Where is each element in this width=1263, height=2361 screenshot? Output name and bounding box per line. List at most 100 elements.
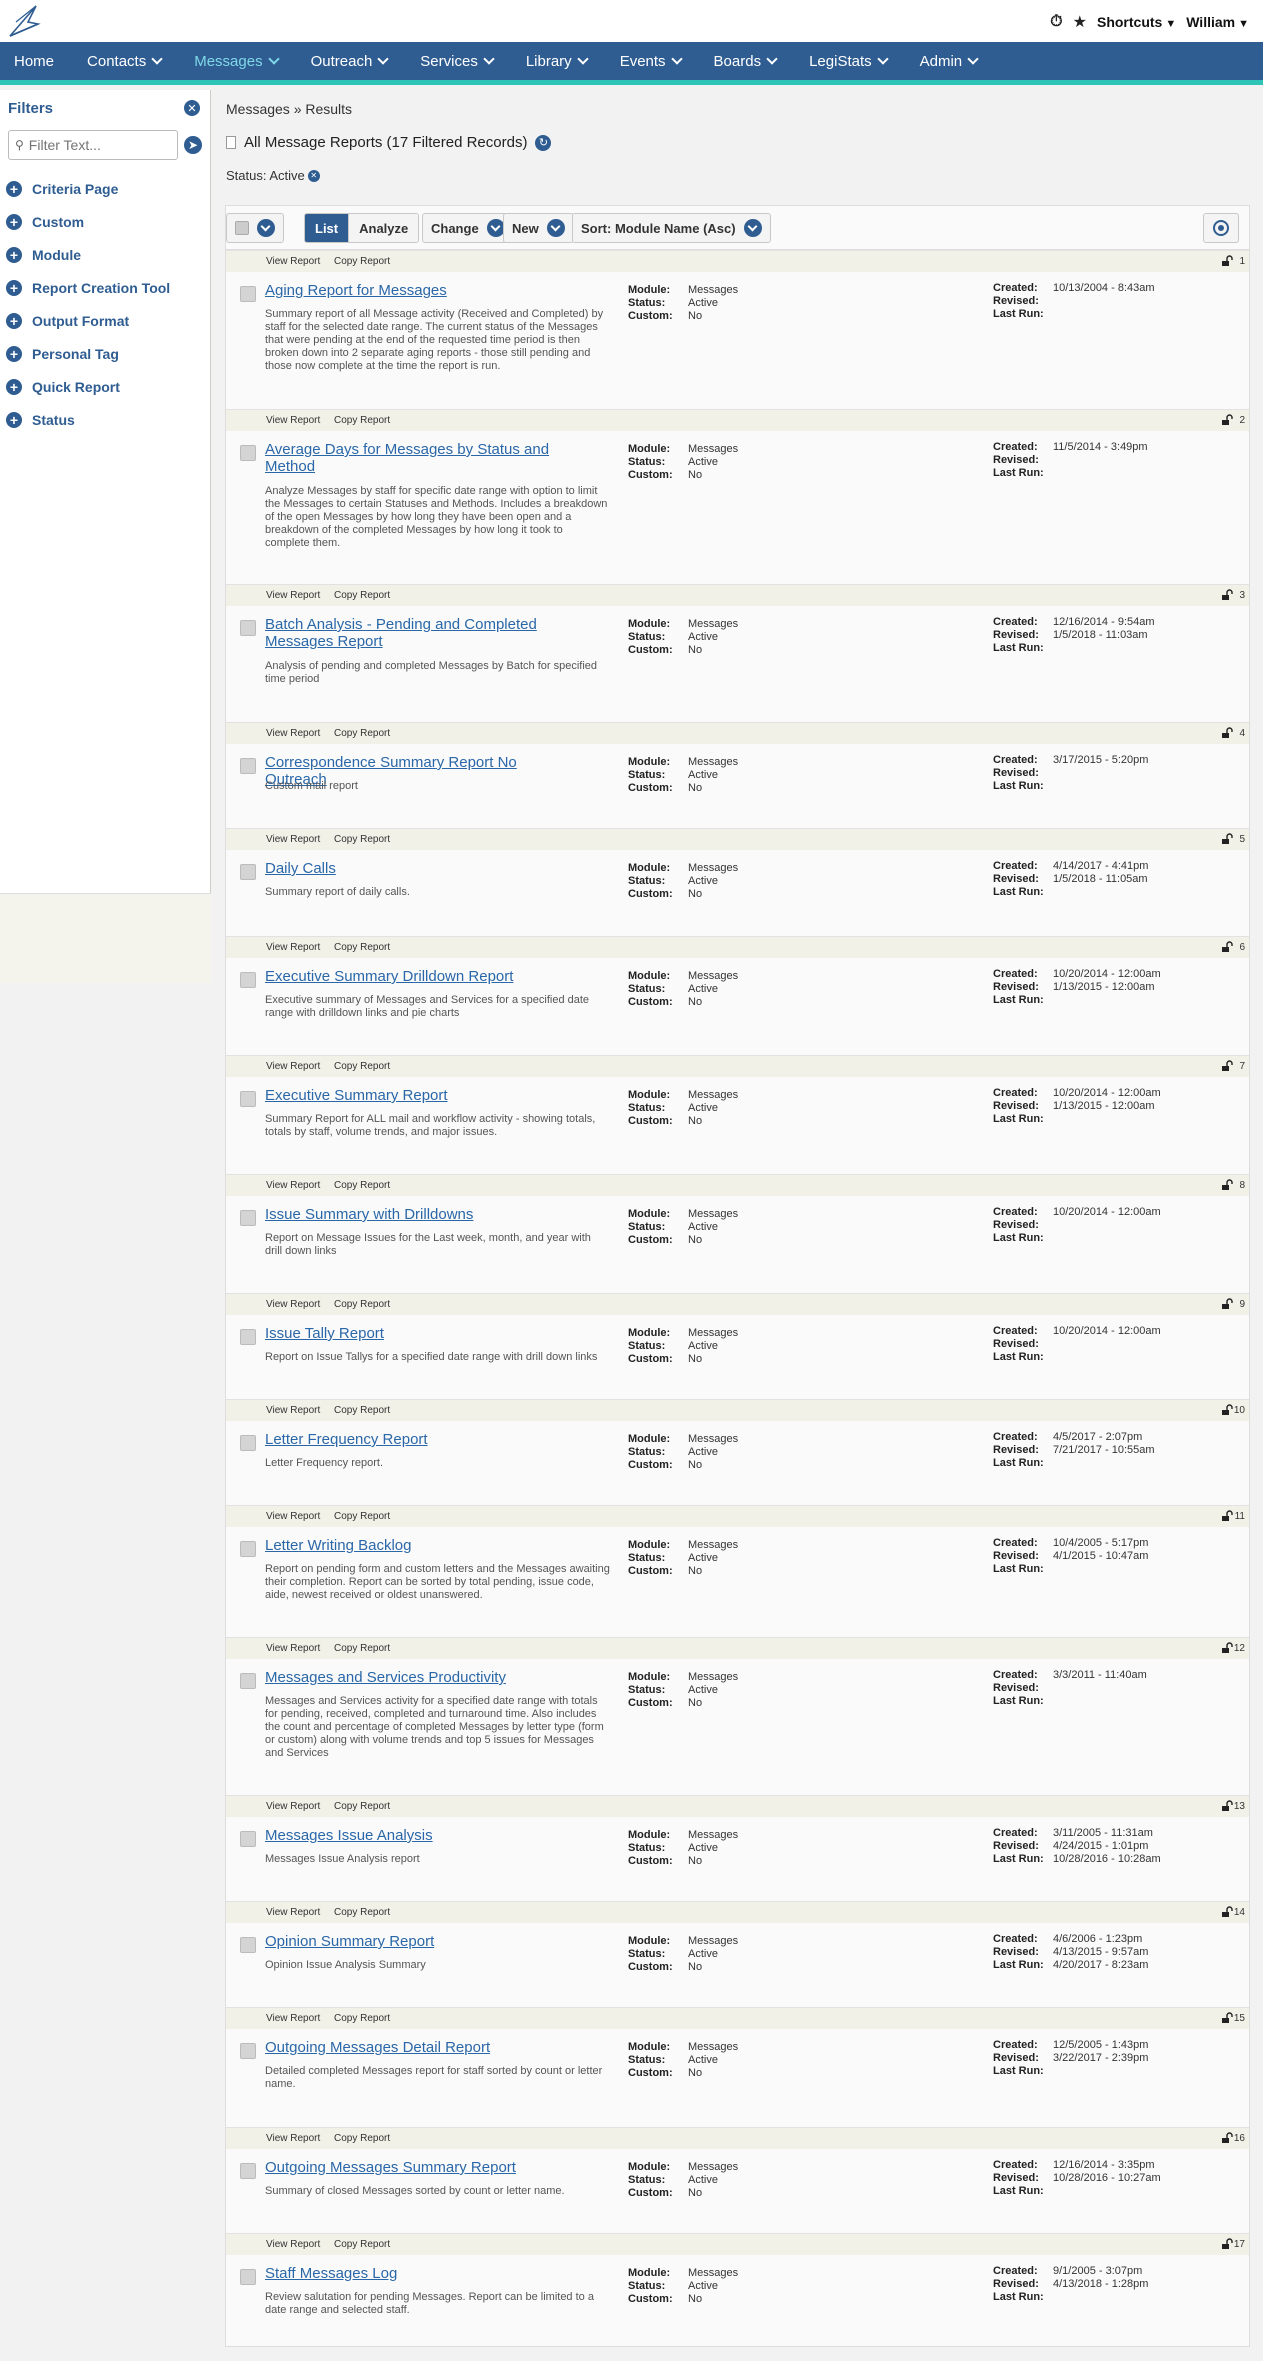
filter-item-module[interactable]: + Module bbox=[0, 238, 210, 271]
report-checkbox[interactable] bbox=[240, 620, 256, 636]
apply-filter-icon[interactable]: ➤ bbox=[184, 136, 202, 154]
report-checkbox[interactable] bbox=[240, 1210, 256, 1226]
report-title-link[interactable]: Batch Analysis - Pending and Completed M… bbox=[265, 616, 565, 650]
nav-item-legistats[interactable]: LegiStats bbox=[809, 53, 889, 70]
unlocked-icon[interactable] bbox=[1221, 1179, 1233, 1191]
filter-item-report-creation-tool[interactable]: + Report Creation Tool bbox=[0, 271, 210, 304]
filter-item-custom[interactable]: + Custom bbox=[0, 205, 210, 238]
sort-dropdown-button[interactable]: Sort: Module Name (Asc) bbox=[572, 213, 771, 243]
view-report-link[interactable]: View Report bbox=[266, 590, 320, 601]
report-checkbox[interactable] bbox=[240, 2269, 256, 2285]
unlocked-icon[interactable] bbox=[1221, 1906, 1233, 1918]
copy-report-link[interactable]: Copy Report bbox=[334, 2133, 390, 2144]
report-checkbox[interactable] bbox=[240, 445, 256, 461]
report-title-link[interactable]: Letter Writing Backlog bbox=[265, 1537, 565, 1554]
view-report-link[interactable]: View Report bbox=[266, 2239, 320, 2250]
shortcuts-menu[interactable]: Shortcuts ▼ bbox=[1097, 14, 1176, 30]
nav-item-events[interactable]: Events bbox=[620, 53, 683, 70]
unlocked-icon[interactable] bbox=[1221, 1642, 1233, 1654]
star-icon[interactable]: ★ bbox=[1073, 12, 1087, 32]
copy-report-link[interactable]: Copy Report bbox=[334, 1180, 390, 1191]
unlocked-icon[interactable] bbox=[1221, 1298, 1233, 1310]
app-logo-icon[interactable] bbox=[6, 2, 42, 40]
copy-report-link[interactable]: Copy Report bbox=[334, 1405, 390, 1416]
select-all-dropdown[interactable] bbox=[226, 213, 284, 243]
history-icon[interactable]: ⏱ bbox=[1050, 13, 1062, 31]
copy-report-link[interactable]: Copy Report bbox=[334, 1061, 390, 1072]
report-title-link[interactable]: Messages Issue Analysis bbox=[265, 1827, 565, 1844]
unlocked-icon[interactable] bbox=[1221, 2238, 1233, 2250]
unlocked-icon[interactable] bbox=[1221, 1800, 1233, 1812]
report-title-link[interactable]: Average Days for Messages by Status and … bbox=[265, 441, 565, 475]
copy-report-link[interactable]: Copy Report bbox=[334, 728, 390, 739]
unlocked-icon[interactable] bbox=[1221, 941, 1233, 953]
view-report-link[interactable]: View Report bbox=[266, 1643, 320, 1654]
nav-item-home[interactable]: Home bbox=[14, 53, 54, 70]
nav-item-boards[interactable]: Boards bbox=[714, 53, 778, 70]
report-title-link[interactable]: Executive Summary Drilldown Report bbox=[265, 968, 565, 985]
report-checkbox[interactable] bbox=[240, 864, 256, 880]
nav-item-outreach[interactable]: Outreach bbox=[311, 53, 389, 70]
report-checkbox[interactable] bbox=[240, 1091, 256, 1107]
copy-report-link[interactable]: Copy Report bbox=[334, 1907, 390, 1918]
new-dropdown-button[interactable]: New bbox=[503, 213, 574, 243]
close-filters-icon[interactable]: ✕ bbox=[184, 100, 200, 116]
copy-report-link[interactable]: Copy Report bbox=[334, 942, 390, 953]
unlocked-icon[interactable] bbox=[1221, 2132, 1233, 2144]
report-checkbox[interactable] bbox=[240, 1831, 256, 1847]
view-report-link[interactable]: View Report bbox=[266, 1511, 320, 1522]
report-title-link[interactable]: Messages and Services Productivity bbox=[265, 1669, 565, 1686]
report-checkbox[interactable] bbox=[240, 1329, 256, 1345]
nav-item-library[interactable]: Library bbox=[526, 53, 589, 70]
report-checkbox[interactable] bbox=[240, 2043, 256, 2059]
unlocked-icon[interactable] bbox=[1221, 727, 1233, 739]
view-report-link[interactable]: View Report bbox=[266, 1907, 320, 1918]
report-checkbox[interactable] bbox=[240, 1673, 256, 1689]
report-checkbox[interactable] bbox=[240, 286, 256, 302]
user-menu[interactable]: William ▼ bbox=[1186, 14, 1249, 30]
unlocked-icon[interactable] bbox=[1221, 255, 1233, 267]
analyze-view-button[interactable]: Analyze bbox=[348, 214, 419, 242]
filter-item-criteria-page[interactable]: + Criteria Page bbox=[0, 172, 210, 205]
report-checkbox[interactable] bbox=[240, 1435, 256, 1451]
copy-report-link[interactable]: Copy Report bbox=[334, 1643, 390, 1654]
copy-report-link[interactable]: Copy Report bbox=[334, 256, 390, 267]
view-report-link[interactable]: View Report bbox=[266, 1299, 320, 1310]
nav-item-services[interactable]: Services bbox=[420, 53, 495, 70]
report-title-link[interactable]: Issue Tally Report bbox=[265, 1325, 565, 1342]
filter-text-input[interactable] bbox=[28, 137, 169, 153]
nav-item-messages[interactable]: Messages bbox=[194, 53, 280, 70]
view-report-link[interactable]: View Report bbox=[266, 2013, 320, 2024]
report-title-link[interactable]: Staff Messages Log bbox=[265, 2265, 565, 2282]
report-title-link[interactable]: Issue Summary with Drilldowns bbox=[265, 1206, 565, 1223]
view-report-link[interactable]: View Report bbox=[266, 834, 320, 845]
report-checkbox[interactable] bbox=[240, 972, 256, 988]
copy-report-link[interactable]: Copy Report bbox=[334, 2239, 390, 2250]
list-view-button[interactable]: List bbox=[305, 214, 349, 242]
unlocked-icon[interactable] bbox=[1221, 833, 1233, 845]
unlocked-icon[interactable] bbox=[1221, 2012, 1233, 2024]
report-checkbox[interactable] bbox=[240, 1937, 256, 1953]
report-title-link[interactable]: Aging Report for Messages bbox=[265, 282, 565, 299]
settings-button[interactable] bbox=[1203, 213, 1239, 243]
filter-item-output-format[interactable]: + Output Format bbox=[0, 304, 210, 337]
copy-report-link[interactable]: Copy Report bbox=[334, 2013, 390, 2024]
change-dropdown-button[interactable]: Change bbox=[422, 213, 514, 243]
report-checkbox[interactable] bbox=[240, 1541, 256, 1557]
view-report-link[interactable]: View Report bbox=[266, 942, 320, 953]
report-title-link[interactable]: Opinion Summary Report bbox=[265, 1933, 565, 1950]
select-all-checkbox[interactable] bbox=[235, 221, 249, 235]
view-report-link[interactable]: View Report bbox=[266, 1405, 320, 1416]
nav-item-admin[interactable]: Admin bbox=[920, 53, 979, 70]
unlocked-icon[interactable] bbox=[1221, 414, 1233, 426]
copy-report-link[interactable]: Copy Report bbox=[334, 834, 390, 845]
view-report-link[interactable]: View Report bbox=[266, 1061, 320, 1072]
copy-report-link[interactable]: Copy Report bbox=[334, 415, 390, 426]
view-report-link[interactable]: View Report bbox=[266, 415, 320, 426]
refresh-icon[interactable]: ↻ bbox=[535, 134, 552, 151]
view-report-link[interactable]: View Report bbox=[266, 728, 320, 739]
view-report-link[interactable]: View Report bbox=[266, 256, 320, 267]
report-title-link[interactable]: Letter Frequency Report bbox=[265, 1431, 565, 1448]
copy-report-link[interactable]: Copy Report bbox=[334, 1801, 390, 1812]
copy-report-link[interactable]: Copy Report bbox=[334, 1299, 390, 1310]
